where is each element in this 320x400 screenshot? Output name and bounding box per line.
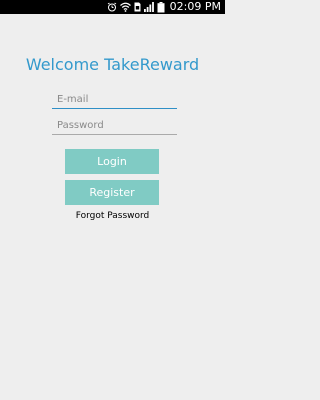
signal-icon <box>143 2 154 12</box>
status-bar: 02:09 PM <box>0 0 225 14</box>
battery-icon <box>157 1 165 13</box>
login-button[interactable]: Login <box>65 149 159 174</box>
status-time: 02:09 PM <box>169 0 221 13</box>
wifi-icon <box>119 2 131 12</box>
register-button[interactable]: Register <box>65 180 159 205</box>
status-icons: 02:09 PM <box>107 0 221 14</box>
page-title: Welcome TakeReward <box>25 55 200 74</box>
alarm-icon <box>107 2 117 12</box>
forgot-password-link[interactable]: Forgot Password <box>0 211 225 221</box>
password-field[interactable] <box>52 116 177 135</box>
sim-icon <box>134 2 141 12</box>
email-field[interactable] <box>52 90 177 109</box>
